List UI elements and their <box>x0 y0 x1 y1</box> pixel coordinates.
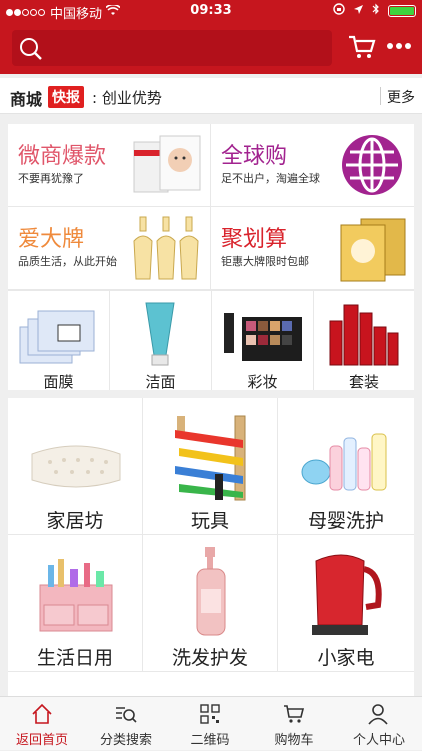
user-icon <box>368 704 388 725</box>
toy-track-image <box>175 415 246 501</box>
bluetooth-icon <box>372 3 380 19</box>
grid-item-baby-care[interactable]: 母婴洗护 <box>278 398 414 535</box>
promo-subtitle: 足不出户，淘遍全球 <box>221 172 320 185</box>
cart-icon <box>284 705 305 723</box>
tab-label: 返回首页 <box>15 733 68 748</box>
tab-label: 二维码 <box>190 733 230 748</box>
news-headline[interactable]: : 创业优势 <box>92 87 162 108</box>
rotation-lock-icon <box>333 3 345 19</box>
news-more-link[interactable]: 更多 <box>387 87 415 107</box>
category-label: 彩妆 <box>247 373 278 391</box>
battery-icon <box>388 5 416 17</box>
category-makeup[interactable]: 彩妆 <box>212 290 314 391</box>
cleanser-tube-image <box>145 302 175 366</box>
category-label: 洁面 <box>145 373 176 391</box>
mask-pack-image <box>340 218 406 282</box>
promo-subtitle: 钜惠大牌限时包邮 <box>221 255 309 268</box>
promo-title: 全球购 <box>221 144 288 169</box>
tab-profile[interactable]: 个人中心 <box>336 697 422 751</box>
grid-label: 母婴洗护 <box>307 510 384 532</box>
promo-weishang[interactable]: 微商爆款 不要再犹豫了 <box>8 124 211 207</box>
status-bar: 中国移动 09:33 <box>0 0 422 22</box>
grid-item-daily[interactable]: 生活日用 <box>8 535 143 672</box>
globe-icon <box>342 135 402 195</box>
perfume-bottles-image <box>133 216 199 280</box>
skincare-set-image <box>329 304 399 366</box>
pillow-image <box>31 445 121 488</box>
grid-item-home[interactable]: 家居坊 <box>8 398 143 535</box>
tab-label: 购物车 <box>274 733 314 748</box>
tab-cart[interactable]: 购物车 <box>252 697 336 751</box>
news-ticker[interactable]: 商城 快报 : 创业优势 更多 <box>0 78 422 114</box>
product-box-image <box>133 135 201 193</box>
home-icon <box>32 703 52 724</box>
more-icon <box>387 43 411 49</box>
category-label: 套装 <box>348 373 379 391</box>
tab-label: 分类搜索 <box>99 733 152 748</box>
makeup-palette-image <box>224 313 302 361</box>
electric-kettle-image <box>312 554 382 635</box>
more-menu-button[interactable] <box>386 32 412 52</box>
grid-label: 洗发护发 <box>171 647 248 669</box>
promo-title: 微商爆款 <box>18 144 107 169</box>
storage-box-image <box>39 559 113 632</box>
cart-icon <box>349 35 376 58</box>
category-row: 面膜 洁面 彩妆 套装 <box>8 290 414 391</box>
grid-item-appliance[interactable]: 小家电 <box>278 535 414 672</box>
header-bar <box>0 22 422 74</box>
grid-label: 玩具 <box>190 510 229 532</box>
baby-products-image <box>301 433 387 491</box>
promo-brand[interactable]: 爱大牌 品质生活，从此开始 <box>8 207 211 290</box>
category-label: 面膜 <box>43 373 74 391</box>
promo-grid: 微商爆款 不要再犹豫了 全球购 足不出户，淘遍全球 爱大牌 品质生活，从此开始 <box>8 124 414 290</box>
bottom-tab-bar: 返回首页 分类搜索 二维码 购物车 个人中心 <box>0 696 422 750</box>
list-search-icon <box>116 707 137 723</box>
tab-category-search[interactable]: 分类搜索 <box>84 697 168 751</box>
shampoo-bottle-image <box>196 547 226 636</box>
grid-label: 小家电 <box>317 647 375 669</box>
tab-home[interactable]: 返回首页 <box>0 697 84 751</box>
grid-item-toys[interactable]: 玩具 <box>143 398 278 535</box>
promo-deal[interactable]: 聚划算 钜惠大牌限时包邮 <box>211 207 414 290</box>
divider <box>380 87 381 105</box>
promo-title: 聚划算 <box>221 227 288 252</box>
promo-global[interactable]: 全球购 足不出户，淘遍全球 <box>211 124 414 207</box>
category-grid: 家居坊 玩具 母婴洗护 生活日用 洗发护发 小家电 <box>8 398 414 698</box>
category-mask[interactable]: 面膜 <box>8 290 110 391</box>
tab-label: 个人中心 <box>352 733 405 748</box>
promo-subtitle: 品质生活，从此开始 <box>18 255 117 268</box>
grid-label: 家居坊 <box>46 510 104 532</box>
face-mask-image <box>19 310 95 364</box>
location-icon <box>353 4 364 19</box>
grid-item-hair-care[interactable]: 洗发护发 <box>143 535 278 672</box>
search-icon <box>20 38 42 60</box>
category-set[interactable]: 套装 <box>314 290 414 391</box>
cart-button[interactable] <box>348 34 376 64</box>
news-brand: 商城 <box>10 90 43 109</box>
qrcode-icon <box>200 704 220 724</box>
promo-subtitle: 不要再犹豫了 <box>18 172 84 185</box>
category-cleanser[interactable]: 洁面 <box>110 290 212 391</box>
news-badge: 快报 <box>48 86 84 108</box>
promo-title: 爱大牌 <box>18 227 85 252</box>
grid-label: 生活日用 <box>36 647 113 669</box>
tab-qrcode[interactable]: 二维码 <box>168 697 252 751</box>
search-input[interactable] <box>12 30 332 66</box>
